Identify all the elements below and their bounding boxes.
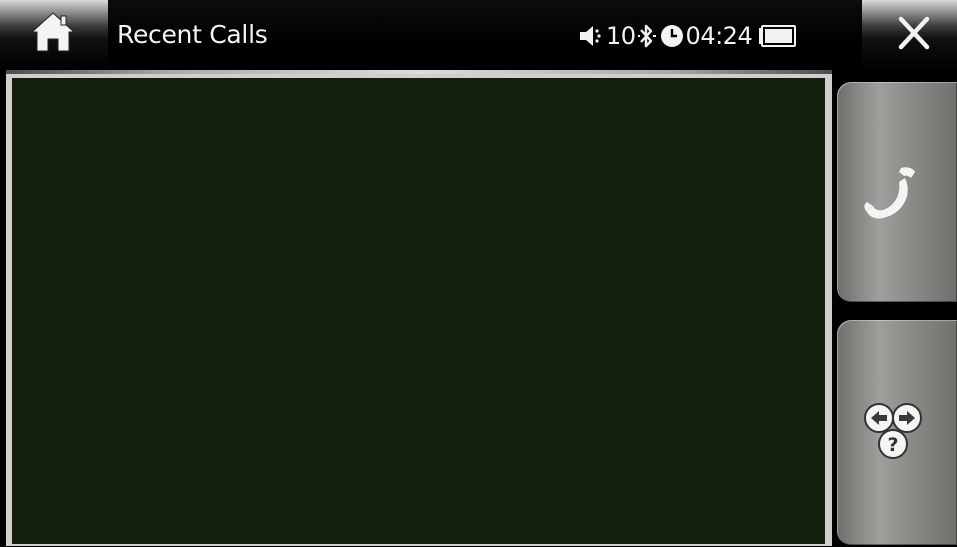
side-button-rail: ? (832, 70, 957, 547)
close-icon (898, 16, 930, 50)
navigation-help-icon: ? (864, 403, 922, 459)
clock-time: 04:24 (685, 22, 753, 50)
list-frame (6, 74, 832, 546)
navigation-options-button[interactable]: ? (837, 320, 957, 545)
home-icon (30, 12, 76, 52)
page-title: Recent Calls (117, 20, 268, 49)
bluetooth-icon (637, 22, 657, 50)
call-button[interactable] (837, 82, 957, 302)
recent-calls-list[interactable] (12, 78, 825, 544)
home-button[interactable] (0, 0, 108, 70)
clock-icon (660, 24, 684, 48)
volume-level: 10 (606, 22, 636, 50)
phone-app-window: Recent Calls 10 04:24 ? (0, 0, 957, 547)
title-bar: Recent Calls 10 04:24 (0, 0, 957, 70)
speaker-icon (578, 22, 604, 50)
battery-icon (758, 25, 797, 47)
phone-handset-icon (864, 167, 915, 219)
status-indicators: 10 04:24 (578, 18, 797, 54)
svg-text:?: ? (887, 434, 898, 456)
close-button[interactable] (862, 0, 957, 70)
